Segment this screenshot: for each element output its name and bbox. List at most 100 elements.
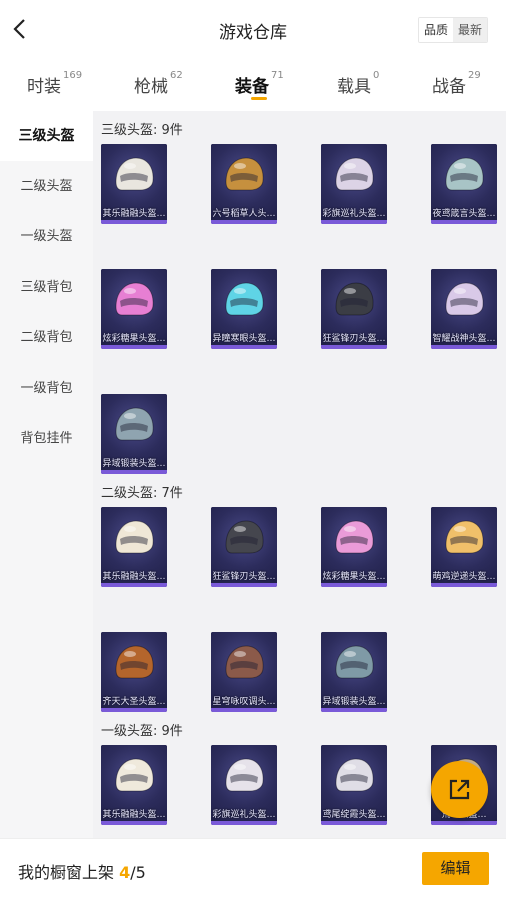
section-title: 三级头盔: 9件: [101, 123, 183, 138]
item-name: 彩旗巡礼头盔…: [212, 810, 276, 820]
item-name: 彩旗巡礼头盔…: [322, 209, 386, 219]
quality-bar: [431, 821, 497, 825]
quality-bar: [321, 220, 387, 224]
cyber-helmet-icon: [225, 282, 264, 316]
tab-vehicles[interactable]: 载具0: [337, 70, 379, 97]
section-title: 一级头盔: 9件: [101, 724, 183, 739]
war-god-helmet-icon: [445, 282, 484, 316]
iris-helmet-icon: [335, 758, 374, 792]
quality-bar: [101, 220, 167, 224]
item-card[interactable]: 夜鸢箴言头盔…: [431, 144, 497, 224]
item-name: 齐天大圣头盔…: [102, 697, 166, 707]
item-card[interactable]: 其乐融融头盔…: [101, 745, 167, 825]
item-name: 其乐融融头盔…: [102, 572, 166, 582]
item-card[interactable]: 智耀战神头盔…: [431, 269, 497, 349]
item-name: 其乐融融头盔…: [102, 810, 166, 820]
item-card[interactable]: 彩旗巡礼头盔…: [211, 745, 277, 825]
tab-guns[interactable]: 枪械62: [134, 70, 183, 97]
item-card[interactable]: 齐天大圣头盔…: [101, 632, 167, 712]
item-card[interactable]: 异域锻装头盔…: [101, 394, 167, 474]
quality-bar: [321, 821, 387, 825]
tab-fashion[interactable]: 时装169: [27, 70, 82, 97]
quality-bar: [431, 220, 497, 224]
sidebar-item-level3-backpack[interactable]: 三级背包: [0, 263, 93, 313]
item-name: 炫彩糖果头盔…: [102, 334, 166, 344]
share-button[interactable]: [431, 761, 488, 818]
item-card[interactable]: 六号稻草人头…: [211, 144, 277, 224]
share-icon: [449, 779, 470, 800]
forged-helmet-icon: [335, 645, 374, 679]
white-helmet-icon: [115, 157, 154, 191]
bottom-bar: 我的橱窗上架 4/5 编辑: [0, 838, 506, 897]
sort-toggle: 品质 最新: [417, 17, 488, 43]
quality-bar: [101, 470, 167, 474]
white-helmet-icon: [115, 758, 154, 792]
shark-helmet-icon: [335, 282, 374, 316]
white-helmet-icon: [115, 520, 154, 554]
item-name: 智耀战神头盔…: [432, 334, 496, 344]
tab-supplies[interactable]: 战备29: [432, 70, 481, 97]
shark-helmet-icon: [225, 520, 264, 554]
quality-bar: [211, 708, 277, 712]
sort-latest-button[interactable]: 最新: [452, 18, 487, 42]
item-name: 星穹咏叹调头…: [212, 697, 276, 707]
item-card[interactable]: 萌鸡逆递头盔…: [431, 507, 497, 587]
quality-bar: [101, 345, 167, 349]
monkey-king-helmet-icon: [115, 645, 154, 679]
tab-equipment[interactable]: 装备71: [235, 70, 284, 97]
sidebar-item-level1-helmet[interactable]: 一级头盔: [0, 212, 93, 262]
active-tab-indicator: [251, 97, 267, 100]
item-card[interactable]: 鸢尾绽霞头盔…: [321, 745, 387, 825]
section-title: 二级头盔: 7件: [101, 486, 183, 501]
item-card[interactable]: 异域锻装头盔…: [321, 632, 387, 712]
quality-bar: [321, 583, 387, 587]
sidebar-item-level2-helmet[interactable]: 二级头盔: [0, 162, 93, 212]
quality-bar: [431, 583, 497, 587]
quality-bar: [211, 583, 277, 587]
sidebar-item-backpack-charm[interactable]: 背包挂件: [0, 414, 93, 464]
edit-button[interactable]: 编辑: [422, 852, 489, 885]
sidebar-item-level3-helmet[interactable]: 三级头盔: [0, 111, 93, 161]
header: 游戏仓库 品质 最新: [0, 0, 506, 60]
item-name: 异瞳寒眼头盔…: [212, 334, 276, 344]
item-card[interactable]: 异瞳寒眼头盔…: [211, 269, 277, 349]
sort-quality-button[interactable]: 品质: [418, 18, 453, 42]
item-grid: 三级头盔: 9件 二级头盔: 7件 一级头盔: 9件 其乐融融头盔… 六号稻草人头…: [93, 111, 506, 838]
quality-bar: [101, 821, 167, 825]
category-tabs: 时装169 枪械62 装备71 载具0 战备29: [0, 60, 506, 110]
item-card[interactable]: 狂鲨锋刃头盔…: [211, 507, 277, 587]
candy-helmet-icon: [115, 282, 154, 316]
item-card[interactable]: 彩旗巡礼头盔…: [321, 144, 387, 224]
showcase-status: 我的橱窗上架 4/5: [18, 863, 146, 882]
item-name: 六号稻草人头…: [212, 209, 276, 219]
item-name: 鸢尾绽霞头盔…: [322, 810, 386, 820]
candy-helmet-icon: [335, 520, 374, 554]
sidebar-item-level1-backpack[interactable]: 一级背包: [0, 364, 93, 414]
quality-bar: [211, 821, 277, 825]
quality-bar: [211, 345, 277, 349]
quality-bar: [321, 345, 387, 349]
quality-bar: [211, 220, 277, 224]
sidebar: 三级头盔 二级头盔 一级头盔 三级背包 二级背包 一级背包 背包挂件: [0, 111, 93, 838]
forged-helmet-icon: [115, 407, 154, 441]
quality-bar: [321, 708, 387, 712]
star-helmet-icon: [225, 645, 264, 679]
scarecrow-helmet-icon: [225, 157, 264, 191]
item-name: 其乐融融头盔…: [102, 209, 166, 219]
item-card[interactable]: 其乐融融头盔…: [101, 507, 167, 587]
item-card[interactable]: 炫彩糖果头盔…: [101, 269, 167, 349]
chick-helmet-icon: [445, 520, 484, 554]
item-name: 异域锻装头盔…: [102, 459, 166, 469]
item-card[interactable]: 其乐融融头盔…: [101, 144, 167, 224]
quality-bar: [101, 708, 167, 712]
item-name: 狂鲨锋刃头盔…: [322, 334, 386, 344]
parade-helmet-icon: [225, 758, 264, 792]
sidebar-item-level2-backpack[interactable]: 二级背包: [0, 313, 93, 363]
item-card[interactable]: 星穹咏叹调头…: [211, 632, 277, 712]
item-name: 异域锻装头盔…: [322, 697, 386, 707]
item-card[interactable]: 炫彩糖果头盔…: [321, 507, 387, 587]
item-card[interactable]: 狂鲨锋刃头盔…: [321, 269, 387, 349]
quality-bar: [101, 583, 167, 587]
showcase-count: 4: [119, 863, 131, 882]
quality-bar: [431, 345, 497, 349]
